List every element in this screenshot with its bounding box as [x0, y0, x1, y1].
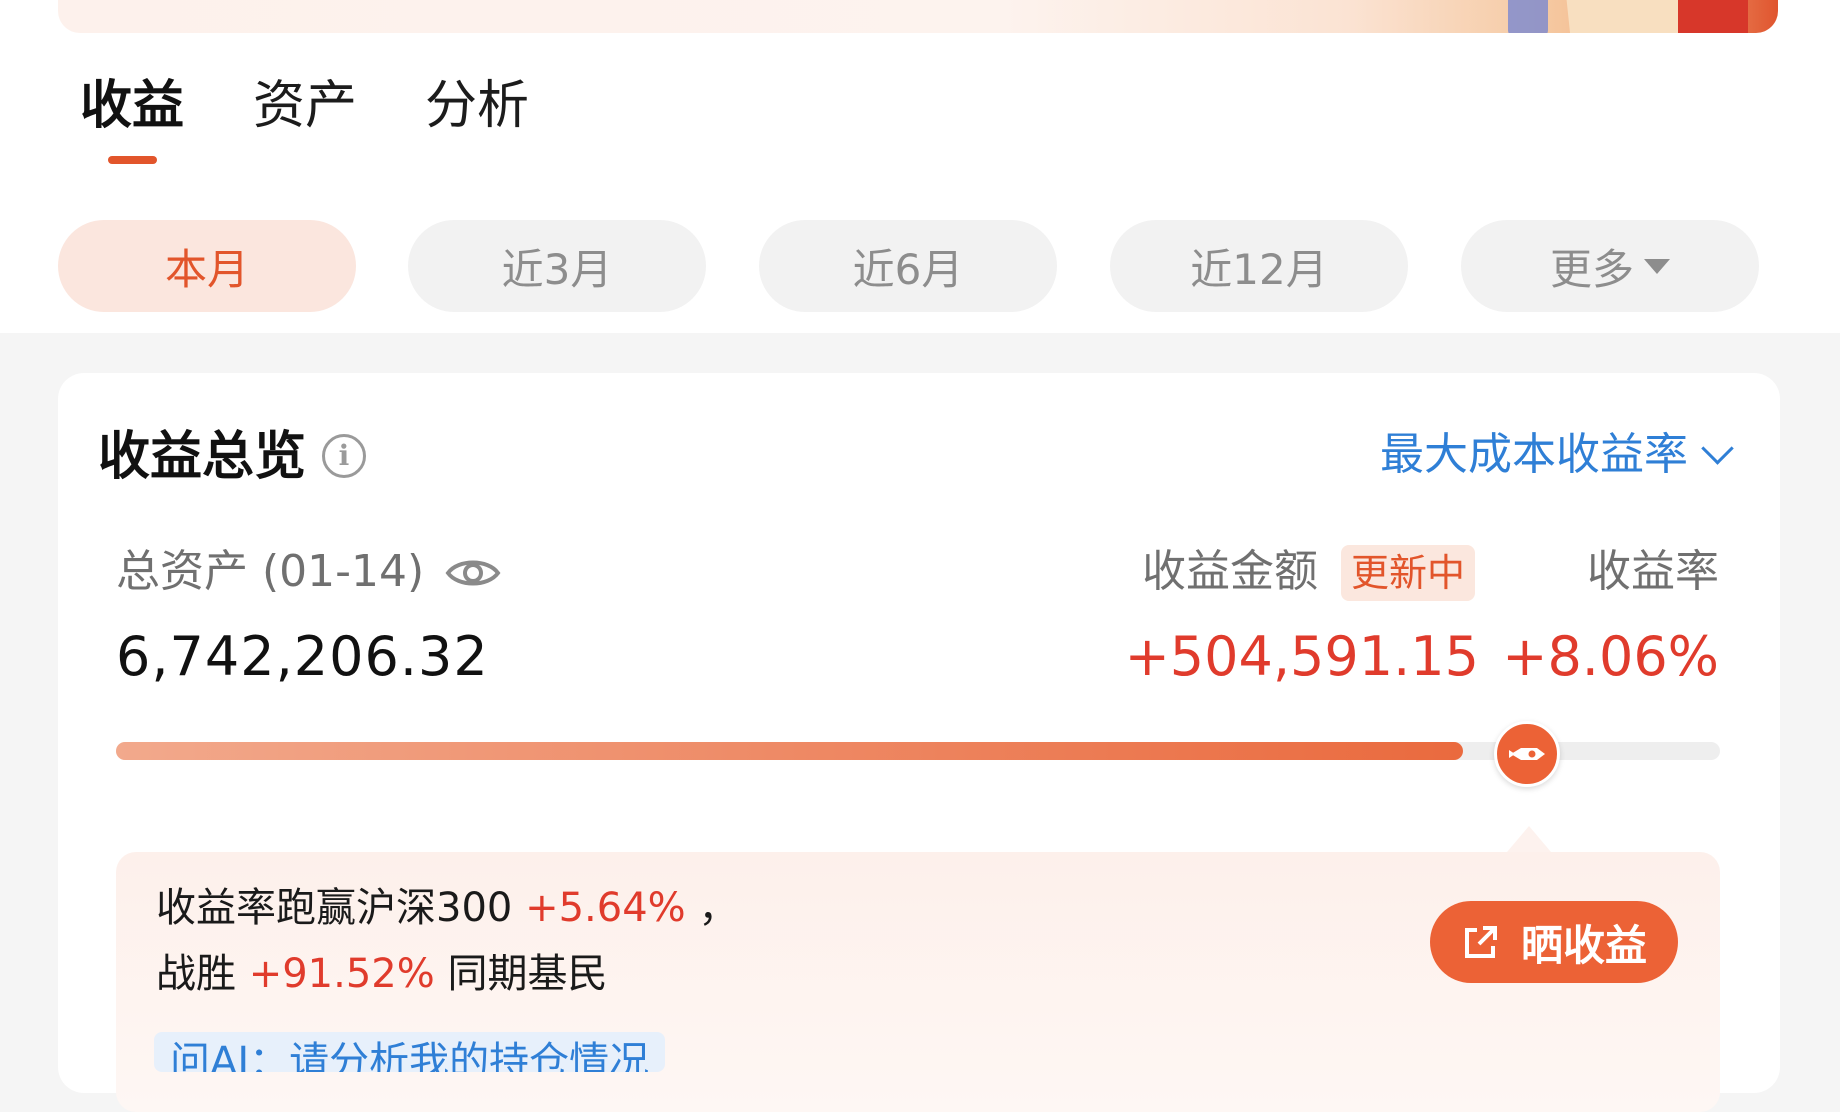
progress-track — [116, 742, 1720, 760]
period-label: 近3月 — [501, 244, 613, 294]
earnings-rate-label: 收益率 — [1587, 546, 1719, 597]
period-this-month[interactable]: 本月 — [58, 220, 356, 312]
tooltip-arrow — [1507, 826, 1551, 852]
metric-selector-dropdown[interactable]: 最大成本收益率 — [1380, 427, 1734, 483]
period-label: 近12月 — [1190, 244, 1328, 294]
progress-rocket-handle[interactable] — [1494, 721, 1560, 787]
earnings-amount-label: 收益金额 — [1142, 546, 1318, 597]
caret-down-icon — [1644, 258, 1670, 274]
share-earnings-button[interactable]: 晒收益 — [1430, 901, 1678, 983]
active-tab-indicator — [108, 156, 157, 164]
tip-text: ， — [685, 885, 739, 931]
banner-decoration — [1508, 0, 1548, 33]
card-title: 收益总览 — [98, 427, 307, 487]
total-assets-label: 总资产 (01-14) — [116, 546, 425, 597]
share-icon — [1464, 926, 1497, 958]
period-label: 更多 — [1549, 244, 1634, 294]
tab-assets[interactable]: 资产 — [253, 74, 357, 138]
tip-line-2: 战胜 +91.52% 同期基民 — [156, 946, 607, 1002]
period-3-months[interactable]: 近3月 — [408, 220, 706, 312]
share-button-label: 晒收益 — [1520, 920, 1647, 970]
ai-prompt-chip[interactable]: 问AI：请分析我的持仓情况 — [154, 1032, 666, 1072]
earnings-rate-value: +8.06% — [1502, 625, 1719, 688]
tip-line-1: 收益率跑赢沪深300 +5.64% ， — [156, 880, 738, 936]
status-badge: 更新中 — [1341, 545, 1476, 601]
tip-text: 同期基民 — [434, 951, 608, 997]
tip-value: +91.52% — [248, 951, 435, 997]
info-icon[interactable]: i — [322, 434, 366, 478]
ai-prompt-text: 问AI：请分析我的持仓情况 — [170, 1039, 650, 1072]
period-label: 本月 — [164, 244, 249, 294]
earnings-amount-value: +504,591.15 — [1124, 625, 1479, 688]
metric-selector-label: 最大成本收益率 — [1380, 429, 1688, 480]
rocket-icon — [1509, 748, 1545, 760]
tab-earnings[interactable]: 收益 — [80, 74, 184, 138]
tip-value: +5.64% — [525, 885, 686, 931]
period-more-dropdown[interactable]: 更多 — [1461, 220, 1759, 312]
chevron-down-icon — [1701, 431, 1734, 465]
tip-text: 战胜 — [156, 951, 249, 997]
period-6-months[interactable]: 近6月 — [759, 220, 1057, 312]
promo-banner[interactable] — [58, 0, 1778, 33]
tip-text: 收益率跑赢沪深300 — [156, 885, 526, 931]
total-assets-value: 6,742,206.32 — [116, 625, 489, 688]
banner-decoration — [1678, 0, 1748, 33]
tab-analysis[interactable]: 分析 — [425, 74, 529, 138]
period-label: 近6月 — [852, 244, 964, 294]
period-12-months[interactable]: 近12月 — [1110, 220, 1408, 312]
progress-fill — [116, 742, 1464, 760]
eye-icon[interactable] — [445, 555, 501, 591]
